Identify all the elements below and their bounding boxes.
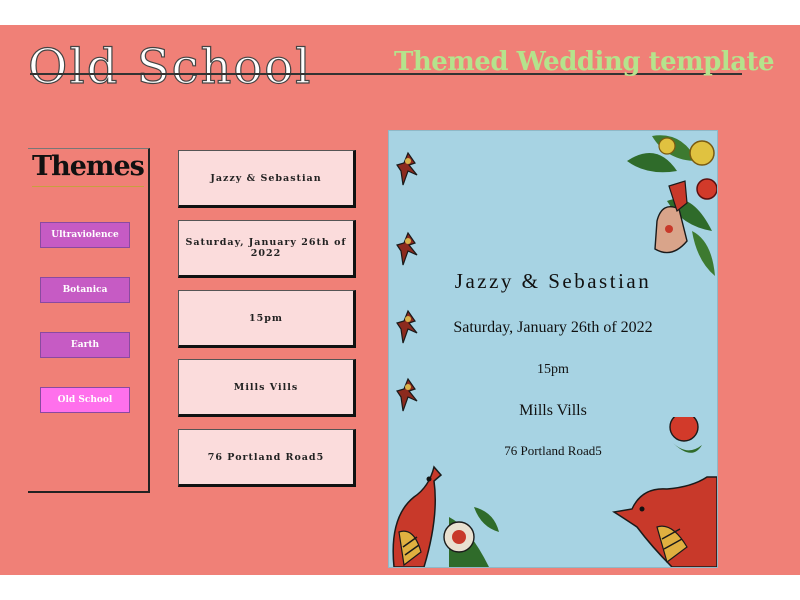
page-subtitle: Themed Wedding template <box>394 47 775 77</box>
hands-and-roses-tattoo-icon <box>627 135 717 276</box>
card-time: 15pm <box>537 362 569 377</box>
theme-button-earth[interactable]: Earth <box>40 332 130 358</box>
songbird-and-rose-tattoo-icon <box>612 417 717 567</box>
app-canvas: Old School Themed Wedding template Theme… <box>0 25 800 575</box>
invitation-card-preview: Jazzy & Sebastian Saturday, January 26th… <box>388 130 718 568</box>
names-field[interactable]: Jazzy & Sebastian <box>178 150 356 208</box>
card-venue: Mills Vills <box>519 402 587 419</box>
card-names: Jazzy & Sebastian <box>454 269 652 293</box>
date-field[interactable]: Saturday, January 26th of 2022 <box>178 220 356 278</box>
themes-heading-divider <box>32 186 144 187</box>
theme-button-botanica[interactable]: Botanica <box>40 277 130 303</box>
swallow-tattoo-icon <box>396 231 418 266</box>
theme-button-old-school[interactable]: Old School <box>40 387 130 413</box>
swallow-tattoo-icon <box>396 151 418 186</box>
theme-button-ultraviolence[interactable]: Ultraviolence <box>40 222 130 248</box>
songbird-and-rose-tattoo-icon <box>392 465 499 567</box>
card-address: 76 Portland Road5 <box>504 443 602 458</box>
address-field[interactable]: 76 Portland Road5 <box>178 429 356 487</box>
themes-panel: Themes Ultraviolence Botanica Earth Old … <box>28 148 150 493</box>
time-field[interactable]: 15pm <box>178 290 356 348</box>
card-date: Saturday, January 26th of 2022 <box>453 319 653 336</box>
venue-field[interactable]: Mills Vills <box>178 359 356 417</box>
themes-heading: Themes <box>32 151 145 182</box>
page-title: Old School <box>27 38 313 95</box>
